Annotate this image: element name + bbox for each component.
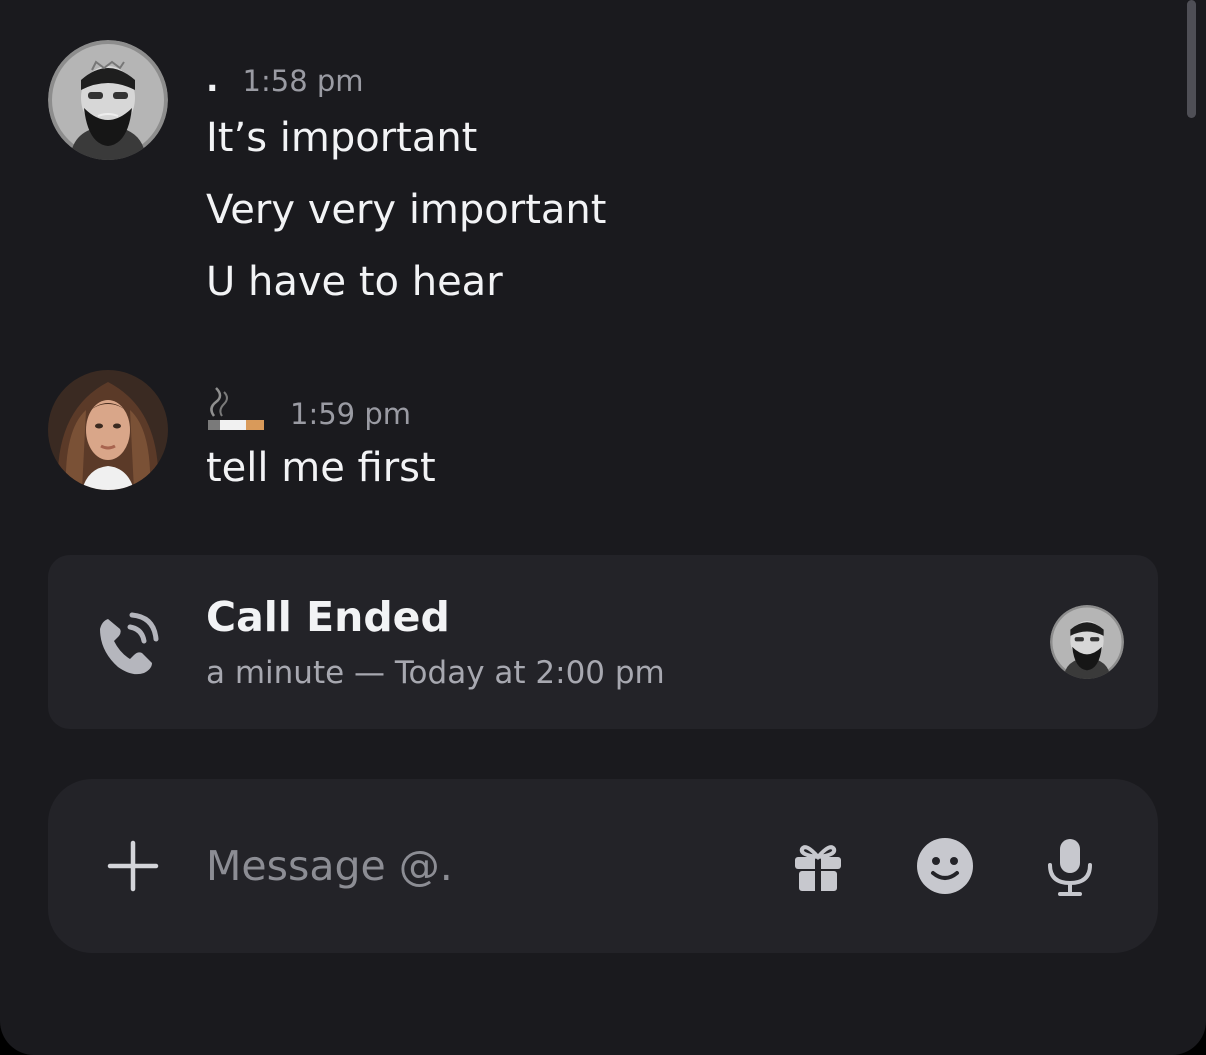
bearded-man-avatar-icon bbox=[48, 40, 168, 160]
microphone-icon[interactable] bbox=[1046, 837, 1094, 897]
cigarette-emoji-icon bbox=[206, 386, 266, 436]
message-header: 1:59 pm bbox=[206, 374, 411, 431]
message-text: It’s important bbox=[206, 115, 478, 161]
message-text: Very very important bbox=[206, 187, 607, 233]
emoji-icon[interactable] bbox=[916, 837, 974, 895]
message-input[interactable]: Message @. bbox=[206, 839, 453, 893]
dm-chat-view: . 1:58 pm It’s important Very very impor… bbox=[0, 0, 1206, 1055]
message-text: tell me first bbox=[206, 445, 436, 491]
woman-portrait-avatar-icon bbox=[48, 370, 168, 490]
scrollbar[interactable] bbox=[1187, 0, 1196, 118]
call-participant-avatar[interactable] bbox=[1050, 605, 1124, 679]
call-subtitle: a minute — Today at 2:00 pm bbox=[206, 655, 665, 691]
message-text: U have to hear bbox=[206, 259, 503, 305]
avatar[interactable] bbox=[48, 40, 168, 160]
plus-icon[interactable] bbox=[106, 839, 160, 893]
call-ended-card[interactable]: Call Ended a minute — Today at 2:00 pm bbox=[48, 555, 1158, 729]
bearded-man-avatar-icon bbox=[1050, 605, 1124, 679]
gift-icon[interactable] bbox=[792, 841, 844, 893]
avatar[interactable] bbox=[48, 370, 168, 490]
timestamp: 1:58 pm bbox=[242, 64, 364, 98]
timestamp: 1:59 pm bbox=[290, 397, 411, 431]
username[interactable]: . bbox=[206, 60, 219, 99]
call-title: Call Ended bbox=[206, 593, 450, 641]
message-composer: Message @. bbox=[48, 779, 1158, 953]
phone-call-icon bbox=[100, 612, 159, 675]
message-header: . 1:58 pm bbox=[206, 60, 364, 99]
